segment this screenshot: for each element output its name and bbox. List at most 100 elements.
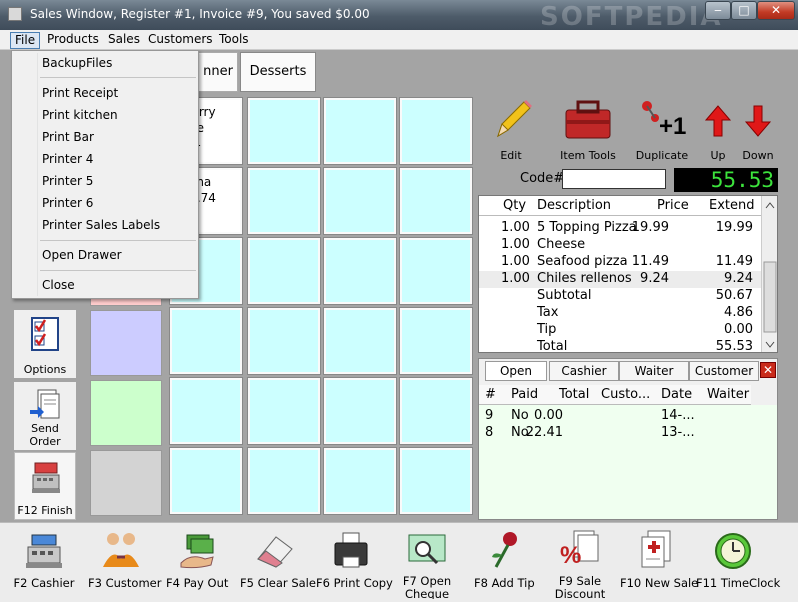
menu-item-print-bar[interactable]: Print Bar: [42, 127, 94, 147]
send-order-button[interactable]: Send Order: [14, 382, 76, 450]
menu-products[interactable]: Products: [43, 32, 103, 49]
ticket-line[interactable]: 1.00 5 Topping Pizza 19.99 19.99: [479, 220, 761, 237]
swatch-green[interactable]: [90, 380, 162, 446]
order-row[interactable]: 9 No 0.00 14-...: [479, 408, 751, 425]
menu-sales[interactable]: Sales: [104, 32, 144, 49]
tab-customer[interactable]: Customer: [689, 361, 759, 381]
item-cell[interactable]: [323, 307, 397, 375]
item-cell[interactable]: [399, 167, 473, 235]
tab-desserts[interactable]: Desserts: [240, 52, 316, 92]
orders-close-button[interactable]: ✕: [760, 362, 776, 378]
item-cell[interactable]: [323, 97, 397, 165]
header-customer: Custo...: [601, 387, 651, 402]
ticket-line[interactable]: 1.00 Cheese: [479, 237, 761, 254]
ticket-line[interactable]: 1.00 Seafood pizza 11.49 11.49: [479, 254, 761, 271]
ticket-scrollbar[interactable]: [761, 196, 777, 352]
f7-open-cheque-button[interactable]: F7 Open Cheque: [398, 529, 456, 599]
menu-item-backup-files[interactable]: BackupFiles: [42, 53, 112, 73]
f2-cashier-button[interactable]: F2 Cashier: [12, 529, 76, 599]
item-cell[interactable]: [169, 377, 243, 445]
tax-label: Tax: [537, 305, 559, 320]
f8-add-tip-button[interactable]: F8 Add Tip: [474, 529, 535, 599]
down-button[interactable]: Down: [740, 94, 776, 162]
menu-file[interactable]: File: [10, 32, 41, 49]
up-label: Up: [710, 149, 726, 162]
duplicate-label: Duplicate: [635, 149, 689, 162]
header-extend: Extend: [709, 198, 755, 213]
item-cell[interactable]: [323, 237, 397, 305]
order-num: 9: [485, 408, 494, 423]
ticket-description: Cheese: [537, 237, 586, 252]
item-cell[interactable]: [399, 97, 473, 165]
menu-separator: [40, 77, 196, 78]
f7-label: F7 Open Cheque: [402, 574, 452, 600]
subtotal-value: 50.67: [715, 288, 753, 303]
f9-sale-discount-button[interactable]: % F9 Sale Discount: [552, 529, 608, 599]
item-cell[interactable]: [247, 237, 321, 305]
item-cell[interactable]: [247, 447, 321, 515]
item-cell[interactable]: [247, 97, 321, 165]
item-cell[interactable]: [169, 307, 243, 375]
f11-timeclock-button[interactable]: F11 TimeClock: [696, 529, 780, 599]
header-qty: Qty: [503, 198, 527, 213]
up-button[interactable]: Up: [703, 94, 733, 162]
tab-waiter[interactable]: Waiter: [619, 361, 689, 381]
money-hand-icon: [180, 534, 214, 569]
menu-item-printer-sales-labels[interactable]: Printer Sales Labels: [42, 215, 160, 235]
ticket-line[interactable]: 1.00 Chiles rellenos 9.24 9.24: [479, 271, 761, 288]
item-tools-button[interactable]: Item Tools: [556, 94, 620, 162]
menu-item-printer-4[interactable]: Printer 4: [42, 149, 93, 169]
options-button[interactable]: Options: [14, 310, 76, 378]
item-cell[interactable]: [247, 307, 321, 375]
edit-button[interactable]: Edit: [486, 94, 536, 162]
swatch-gray[interactable]: [90, 450, 162, 516]
item-cell[interactable]: [399, 447, 473, 515]
item-cell[interactable]: [399, 237, 473, 305]
tab-cashier[interactable]: Cashier: [549, 361, 619, 381]
menu-item-printer-6[interactable]: Printer 6: [42, 193, 93, 213]
f10-label: F10 New Sale: [620, 576, 699, 590]
f6-print-copy-button[interactable]: F6 Print Copy: [316, 529, 393, 599]
menu-item-printer-5[interactable]: Printer 5: [42, 171, 93, 191]
item-cell[interactable]: [323, 377, 397, 445]
f4-pay-out-button[interactable]: F4 Pay Out: [166, 529, 228, 599]
menu-customers[interactable]: Customers: [144, 32, 217, 49]
arrow-up-icon: [704, 105, 732, 137]
order-num: 8: [485, 425, 494, 440]
item-cell[interactable]: [399, 377, 473, 445]
clock-icon: [715, 533, 751, 569]
item-cell[interactable]: [399, 307, 473, 375]
f3-customer-button[interactable]: F3 Customer: [88, 529, 161, 599]
menu-item-print-receipt[interactable]: Print Receipt: [42, 83, 118, 103]
item-cell[interactable]: [247, 167, 321, 235]
f10-new-sale-button[interactable]: F10 New Sale: [620, 529, 699, 599]
order-date: 14-...: [661, 408, 695, 423]
tip-value: 0.00: [724, 322, 753, 337]
tab-open[interactable]: Open: [485, 361, 547, 381]
total-value: 55.53: [715, 339, 753, 354]
order-total: 0.00: [534, 408, 563, 423]
f6-label: F6 Print Copy: [316, 576, 393, 590]
menu-tools[interactable]: Tools: [215, 32, 253, 49]
discount-percent-icon: %: [560, 530, 599, 569]
minimize-button[interactable]: ‒: [705, 1, 731, 20]
menu-item-close[interactable]: Close: [42, 275, 75, 295]
pencil-icon: [497, 100, 532, 138]
item-cell[interactable]: [247, 377, 321, 445]
menu-item-open-drawer[interactable]: Open Drawer: [42, 245, 122, 265]
item-cell[interactable]: [323, 167, 397, 235]
duplicate-button[interactable]: +1 Duplicate: [635, 94, 689, 162]
order-row[interactable]: 8 No 22.41 13-...: [479, 425, 751, 442]
swatch-lavender[interactable]: [90, 310, 162, 376]
menu-separator: [40, 270, 196, 271]
header-order-number: #: [485, 387, 496, 402]
f5-clear-sale-button[interactable]: F5 Clear Sale: [240, 529, 316, 599]
close-window-button[interactable]: ✕: [757, 1, 795, 20]
ticket-price: 19.99: [631, 220, 669, 235]
item-cell[interactable]: [169, 447, 243, 515]
item-cell[interactable]: [323, 447, 397, 515]
menu-item-print-kitchen[interactable]: Print kitchen: [42, 105, 118, 125]
finish-button[interactable]: F12 Finish: [14, 452, 76, 520]
maximize-button[interactable]: □: [731, 1, 757, 20]
code-input[interactable]: [562, 169, 666, 189]
